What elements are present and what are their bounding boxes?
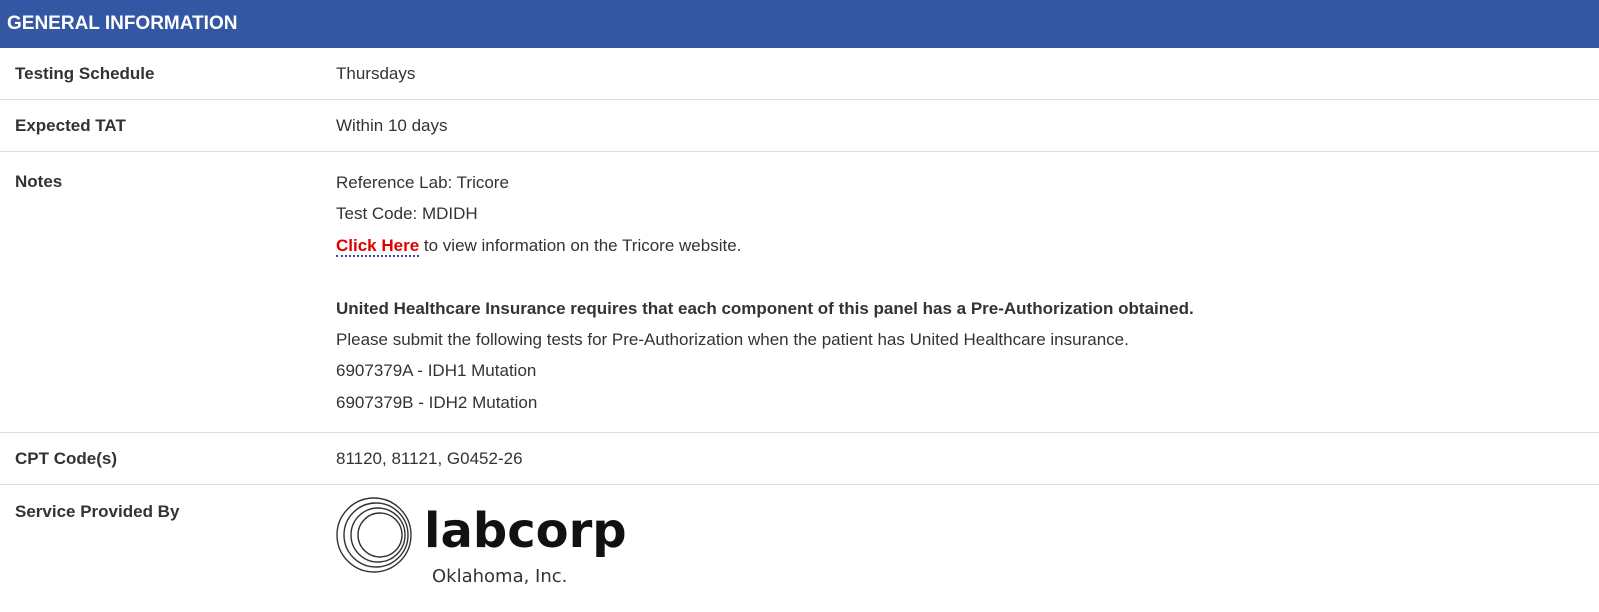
service-provided-by-label: Service Provided By (15, 502, 180, 522)
panel-title: GENERAL INFORMATION (7, 13, 238, 34)
row-cpt-codes: CPT Code(s) 81120, 81121, G0452-26 (0, 433, 1599, 486)
general-information-panel: GENERAL INFORMATION Testing Schedule Thu… (0, 0, 1599, 612)
service-provider-value: labcorp Oklahoma, Inc. (336, 497, 1599, 612)
expected-tat-label: Expected TAT (15, 115, 126, 135)
labcorp-logo: labcorp Oklahoma, Inc. (336, 497, 627, 587)
reference-lab-text: Reference Lab: Tricore (336, 173, 509, 192)
insurance-instructions-text: Please submit the following tests for Pr… (336, 329, 1129, 349)
test-b-text: 6907379B - IDH2 Mutation (336, 392, 538, 412)
cpt-codes-value: 81120, 81121, G0452-26 (336, 448, 523, 468)
row-expected-tat: Expected TAT Within 10 days (0, 100, 1599, 152)
notes-label: Notes (15, 172, 63, 191)
test-a-text: 6907379A - IDH1 Mutation (336, 361, 537, 381)
testing-schedule-value: Thursdays (336, 63, 416, 83)
labcorp-wordmark: labcorp (424, 503, 627, 559)
notes-value: Reference Lab: Tricore Test Code: MDIDH … (336, 172, 1599, 418)
cpt-codes-label: CPT Code(s) (15, 448, 117, 468)
labcorp-circles-icon (336, 497, 412, 573)
testing-schedule-label: Testing Schedule (15, 63, 155, 83)
expected-tat-value: Within 10 days (336, 115, 448, 135)
panel-header: GENERAL INFORMATION (0, 0, 1599, 48)
row-notes: Notes Reference Lab: Tricore Test Code: … (0, 152, 1599, 434)
row-testing-schedule: Testing Schedule Thursdays (0, 48, 1599, 100)
insurance-requirement-text: United Healthcare Insurance requires tha… (336, 298, 1194, 318)
notes-spacer (336, 261, 1599, 292)
link-suffix-text: to view information on the Tricore websi… (419, 235, 742, 255)
labcorp-subtitle: Oklahoma, Inc. (432, 566, 567, 587)
click-here-link[interactable]: Click Here (336, 235, 420, 257)
row-service-provided-by: Service Provided By labcorp Oklahoma, In… (0, 485, 1599, 612)
test-code-text: Test Code: MDIDH (336, 204, 478, 224)
tricore-link-line: Click Here to view information on the Tr… (336, 230, 1599, 261)
